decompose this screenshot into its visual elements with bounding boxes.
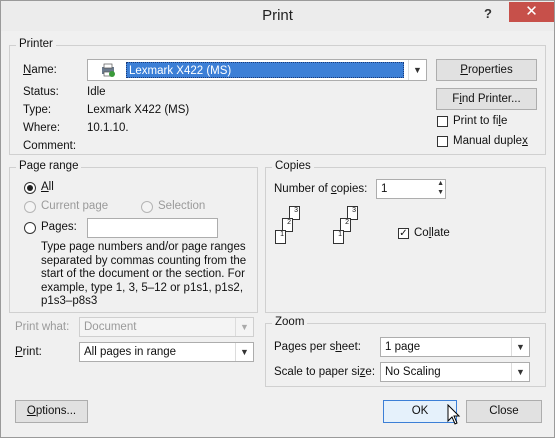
selection-radio[interactable] xyxy=(141,201,153,213)
pages-per-sheet-select[interactable]: 1 page ▼ xyxy=(380,337,530,357)
print-select[interactable]: All pages in range ▼ xyxy=(79,342,254,362)
pages-label: Pages: xyxy=(41,221,77,233)
scale-to-paper-select[interactable]: No Scaling ▼ xyxy=(380,362,530,382)
type-value: Lexmark X422 (MS) xyxy=(87,104,190,116)
scale-to-paper-label: Scale to paper size: xyxy=(274,366,376,378)
properties-button[interactable]: Properties xyxy=(436,59,537,81)
current-page-label: Current page xyxy=(41,200,109,212)
current-page-radio[interactable] xyxy=(24,201,36,213)
type-label: Type: xyxy=(23,104,52,116)
print-what-label: Print what: xyxy=(15,321,70,333)
collate-illustration-1: 3 2 1 xyxy=(273,206,313,262)
print-value: All pages in range xyxy=(84,346,177,358)
print-what-select[interactable]: Document ▼ xyxy=(79,317,254,337)
copies-group-label: Copies xyxy=(272,160,314,172)
copies-value: 1 xyxy=(381,183,388,195)
dialog-title: Print xyxy=(262,7,293,24)
printer-name-value: Lexmark X422 (MS) xyxy=(126,62,404,78)
manual-duplex-label: Manual duplex xyxy=(453,135,528,147)
help-button[interactable]: ? xyxy=(478,5,498,23)
selection-label: Selection xyxy=(158,200,206,212)
collate-checkbox[interactable]: ✓ xyxy=(398,228,409,239)
close-button[interactable]: Close xyxy=(466,400,542,423)
printer-name-select[interactable]: Lexmark X422 (MS) ▼ xyxy=(87,59,427,81)
chevron-down-icon[interactable]: ▼ xyxy=(511,363,529,381)
ok-button[interactable]: OK xyxy=(383,400,457,423)
pages-per-sheet-label: Pages per sheet: xyxy=(274,341,361,353)
collate-label: Collate xyxy=(414,227,450,239)
spin-down-icon[interactable]: ▼ xyxy=(437,189,444,196)
zoom-group-label: Zoom xyxy=(272,316,308,328)
title-bar: Print ? ✕ xyxy=(1,1,554,31)
comment-label: Comment: xyxy=(23,140,77,152)
chevron-down-icon[interactable]: ▼ xyxy=(235,343,253,361)
spin-up-icon[interactable]: ▲ xyxy=(437,180,444,187)
options-button[interactable]: Options... xyxy=(15,400,88,423)
print-what-value: Document xyxy=(84,321,137,333)
print-label: Print: xyxy=(15,346,42,358)
chevron-down-icon: ▼ xyxy=(235,318,253,336)
number-of-copies-label: Number of copies: xyxy=(274,183,368,195)
where-value: 10.1.10. xyxy=(87,122,129,134)
page-range-group-label: Page range xyxy=(16,160,82,172)
pages-radio[interactable] xyxy=(24,222,36,234)
find-printer-button[interactable]: Find Printer... xyxy=(436,88,537,110)
all-pages-label: All xyxy=(41,181,54,193)
where-label: Where: xyxy=(23,122,61,134)
status-label: Status: xyxy=(23,86,59,98)
all-pages-radio[interactable] xyxy=(24,182,36,194)
chevron-down-icon[interactable]: ▼ xyxy=(408,60,426,80)
copies-input[interactable]: 1 ▲ ▼ xyxy=(376,179,446,199)
status-value: Idle xyxy=(87,86,106,98)
pages-per-sheet-value: 1 page xyxy=(385,341,421,353)
scale-to-paper-value: No Scaling xyxy=(385,366,441,378)
manual-duplex-checkbox[interactable] xyxy=(437,136,448,147)
print-to-file-label: Print to file xyxy=(453,115,508,127)
chevron-down-icon[interactable]: ▼ xyxy=(511,338,529,356)
printer-group-label: Printer xyxy=(16,38,56,50)
printer-icon xyxy=(100,63,116,77)
print-dialog: Print ? ✕ Printer Name: Lexmark X422 (MS… xyxy=(0,0,555,438)
printer-name-label: Name: xyxy=(23,64,57,76)
close-window-button[interactable]: ✕ xyxy=(509,2,554,22)
mouse-cursor-icon xyxy=(447,404,461,425)
print-to-file-checkbox[interactable] xyxy=(437,116,448,127)
pages-input[interactable] xyxy=(87,218,218,238)
collate-illustration-2: 3 2 1 xyxy=(331,206,371,262)
page-range-hint: Type page numbers and/or page ranges sep… xyxy=(41,241,247,307)
